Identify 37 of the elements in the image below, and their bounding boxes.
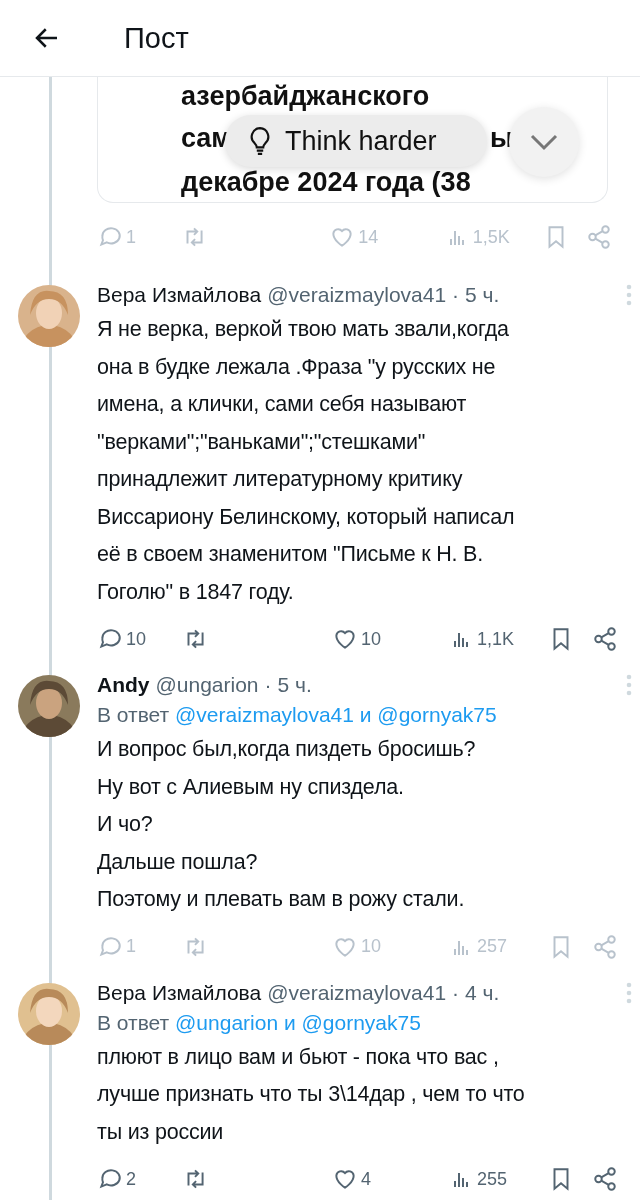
share-icon xyxy=(592,626,618,652)
separator-dot: · xyxy=(264,673,272,697)
expand-button[interactable] xyxy=(509,107,579,177)
more-options-icon[interactable] xyxy=(626,674,632,696)
author-name[interactable]: Вера Измайлова xyxy=(97,980,262,1005)
share-icon xyxy=(592,1166,618,1192)
more-options-icon[interactable] xyxy=(626,981,632,1004)
share-button[interactable] xyxy=(592,626,618,652)
share-button[interactable] xyxy=(592,1166,618,1192)
chevron-down-icon xyxy=(529,133,559,151)
author-handle[interactable]: @ungarion xyxy=(155,673,259,697)
like-button[interactable]: 4 xyxy=(332,1166,450,1192)
like-button[interactable]: 10 xyxy=(332,626,450,652)
views-button[interactable]: 1,1K xyxy=(450,627,548,651)
share-icon xyxy=(592,933,618,960)
author-name[interactable]: Andy xyxy=(97,673,150,697)
post-text: И вопрос был,когда пиздеть бросишь? Ну вот с Алиевым ну спиздела. И чо? Дальше пошла? Поэтому и плевать вам в рожу стали. xyxy=(97,736,477,913)
reply-context: В ответ @veraizmaylova41 и @gornyak75 xyxy=(97,703,498,727)
author-handle[interactable]: @veraizmaylova41 xyxy=(267,283,447,307)
post-time: 5 ч. xyxy=(277,673,312,697)
quoted-text: декабре 2024 года (38 xyxy=(181,167,471,198)
reply-context: В ответ @ungarion и @gornyak75 xyxy=(97,1010,422,1035)
views-button[interactable]: 255 xyxy=(450,1167,548,1191)
author-name[interactable]: Вера Измайлова xyxy=(97,283,262,307)
separator-dot: · xyxy=(452,283,460,307)
page-title: Пост xyxy=(124,21,189,55)
author-handle[interactable]: @veraizmaylova41 xyxy=(267,980,447,1005)
more-options-icon[interactable] xyxy=(626,284,632,306)
post-time: 5 ч. xyxy=(465,283,500,307)
post-time: 4 ч. xyxy=(465,980,500,1005)
reply-button[interactable]: 10 xyxy=(97,626,182,652)
post-text: Я не верка, веркой твою мать звали,когда она в будке лежала .Фраза "у русских не имена, а клички, сами себя называют "верками";"ваньками";"стешками" принадлежит литературному критику Виссариону Белинскому, который написал её в своем знаменитом "Письме к Н. В. Гоголю" в 1847 году. xyxy=(97,316,516,606)
quoted-text: азербайджанского xyxy=(181,81,430,112)
separator-dot: · xyxy=(452,980,460,1005)
reply-button[interactable]: 2 xyxy=(97,1166,182,1192)
share-icon xyxy=(586,224,612,250)
post-text: плюют в лицо вам и бьют - пока что вас , лучше признать что ты 3\14дар , чем то что ты из россии xyxy=(97,1043,526,1146)
